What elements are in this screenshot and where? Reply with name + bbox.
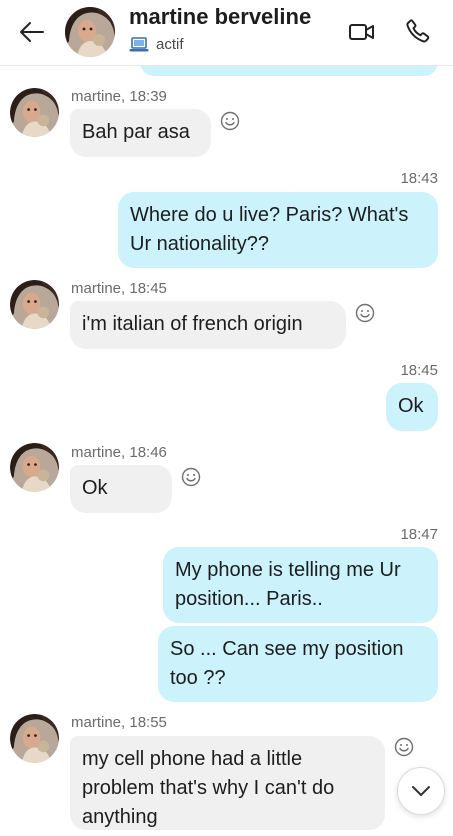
video-call-button[interactable]: [345, 17, 379, 47]
message-bubble-outgoing[interactable]: Where do u live? Paris? What's Ur nation…: [118, 192, 438, 268]
sender-avatar[interactable]: [10, 443, 59, 492]
chevron-down-icon: [412, 786, 430, 796]
sender-avatar[interactable]: [10, 88, 59, 137]
presence-status: actif: [129, 36, 184, 53]
back-button[interactable]: [14, 16, 50, 48]
message-bubble-incoming[interactable]: my cell phone had a little problem that'…: [70, 736, 385, 830]
audio-call-button[interactable]: [401, 14, 435, 48]
laptop-icon: [129, 36, 149, 51]
phone-icon: [406, 19, 430, 43]
message-time: 18:45: [400, 362, 438, 379]
message-bubble-outgoing[interactable]: So ... Can see my position too ??: [158, 626, 438, 702]
message-time: 18:47: [400, 526, 438, 543]
arrow-left-icon: [20, 22, 44, 42]
status-text: actif: [156, 36, 184, 53]
smiley-icon[interactable]: [394, 737, 414, 757]
contact-avatar[interactable]: [65, 7, 115, 57]
message-bubble-incoming[interactable]: Ok: [70, 465, 172, 513]
message-sender-time: martine, 18:45: [71, 280, 167, 297]
scroll-to-bottom-button[interactable]: [397, 767, 445, 815]
smiley-icon[interactable]: [181, 467, 201, 487]
message-sender-time: martine, 18:39: [71, 88, 167, 105]
message-bubble-outgoing[interactable]: My phone is telling me Ur position... Pa…: [163, 547, 438, 623]
message-time: 18:43: [400, 170, 438, 187]
message-bubble-incoming[interactable]: Bah par asa: [70, 109, 211, 157]
message-bubble-outgoing[interactable]: Ok: [386, 383, 438, 431]
message-sender-time: martine, 18:55: [71, 714, 167, 731]
message-sender-time: martine, 18:46: [71, 444, 167, 461]
chat-header: martine berveline actif: [0, 0, 453, 66]
smiley-icon[interactable]: [220, 111, 240, 131]
sender-avatar[interactable]: [10, 714, 59, 763]
sender-avatar[interactable]: [10, 280, 59, 329]
smiley-icon[interactable]: [355, 303, 375, 323]
contact-name[interactable]: martine berveline: [129, 4, 311, 30]
video-camera-icon: [349, 24, 374, 40]
message-bubble-incoming[interactable]: i'm italian of french origin: [70, 301, 346, 349]
